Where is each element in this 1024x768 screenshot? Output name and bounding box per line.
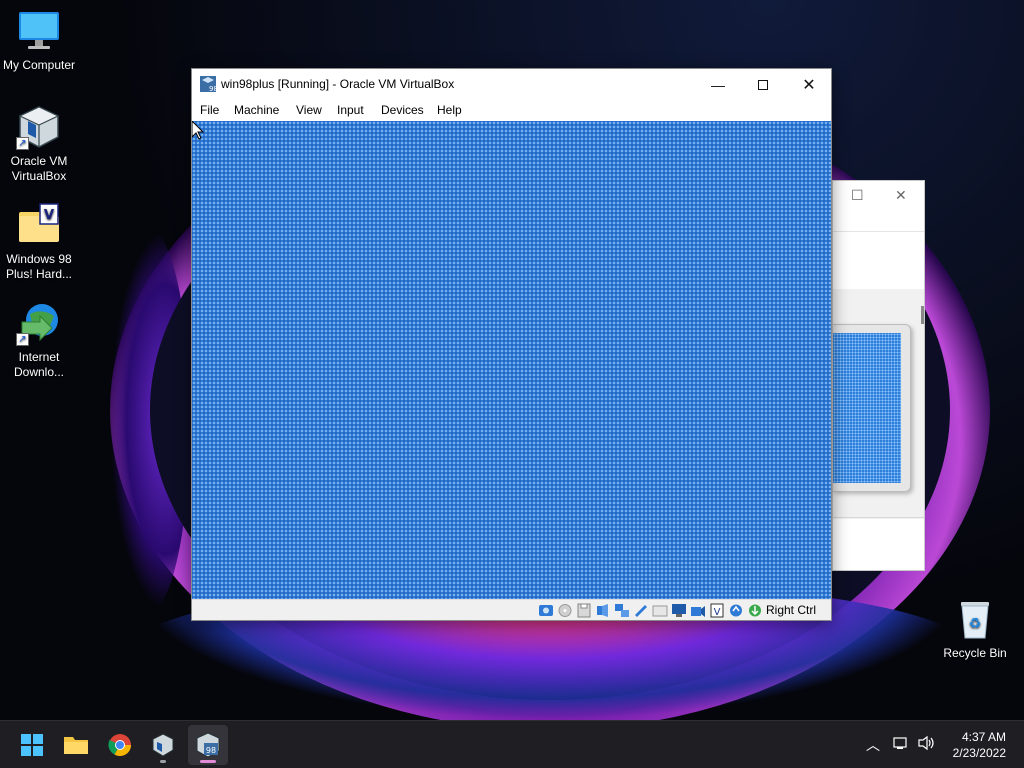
desktop-icon-my-computer[interactable]: My Computer <box>0 8 78 73</box>
virtualbox-icon <box>152 733 174 757</box>
chrome-icon <box>108 734 131 756</box>
menu-view[interactable]: View <box>296 103 322 117</box>
svg-text:V: V <box>44 208 54 223</box>
clock-date: 2/23/2022 <box>952 746 1006 760</box>
floppy-icon[interactable] <box>576 603 592 618</box>
window-title: win98plus [Running] - Oracle VM VirtualB… <box>221 77 455 91</box>
hard-disk-icon[interactable] <box>538 603 554 618</box>
monitor-icon <box>16 8 62 54</box>
close-icon: ✕ <box>802 76 816 94</box>
chevron-up-icon[interactable]: ︿ <box>866 735 880 755</box>
internet-download-manager-icon: ↗ <box>16 300 62 346</box>
desktop-icon-label: Windows 98 Plus! Hard... <box>5 252 73 281</box>
recording-icon[interactable] <box>690 603 706 618</box>
desktop-icon-label: Recycle Bin <box>943 646 1007 660</box>
scrollbar-thumb[interactable] <box>921 306 924 324</box>
close-icon[interactable]: ✕ <box>895 187 907 204</box>
mouse-integration-icon[interactable] <box>728 603 744 618</box>
menu-file[interactable]: File <box>200 103 219 117</box>
start-icon <box>21 734 43 756</box>
active-indicator <box>200 760 216 763</box>
shortcut-arrow-icon: ↗ <box>16 137 29 150</box>
minimize-icon: — <box>711 76 725 93</box>
keyboard-icon[interactable] <box>747 603 763 618</box>
minimize-button[interactable]: — <box>695 69 741 100</box>
desktop-icon-recycle-bin[interactable]: ♻ Recycle Bin <box>936 596 1014 661</box>
maximize-icon[interactable]: ☐ <box>851 187 864 204</box>
usb-icon[interactable] <box>633 603 649 618</box>
taskbar-file-explorer[interactable] <box>56 725 96 765</box>
background-dialog[interactable]: ☐ ✕ <box>832 180 925 571</box>
start-button[interactable] <box>12 725 52 765</box>
svg-text:♻: ♻ <box>969 616 982 632</box>
cpu-icon[interactable]: V <box>709 603 725 618</box>
desktop-icon-label: Oracle VM VirtualBox <box>10 154 68 183</box>
vm-display[interactable] <box>192 121 831 599</box>
menu-help[interactable]: Help <box>437 103 462 117</box>
shortcut-arrow-icon: ↗ <box>16 333 29 346</box>
svg-text:V: V <box>714 607 721 618</box>
win98-vm-icon: 98 <box>196 732 220 758</box>
clock-time: 4:37 AM <box>961 730 1006 744</box>
host-key-label: Right Ctrl <box>766 603 817 617</box>
shared-folder-icon[interactable] <box>652 603 668 618</box>
divider <box>833 231 924 232</box>
folder-icon: V <box>16 202 62 248</box>
title-bar[interactable]: 98 win98plus [Running] - Oracle VM Virtu… <box>192 69 831 100</box>
virtualbox-icon: ↗ <box>16 104 62 150</box>
desktop-icon-virtualbox[interactable]: ↗ Oracle VM VirtualBox <box>0 104 78 184</box>
display-icon[interactable] <box>671 603 687 618</box>
menu-bar: File Machine View Input Devices Help <box>192 100 831 121</box>
taskbar-chrome[interactable] <box>100 725 140 765</box>
mouse-cursor-icon <box>192 121 204 140</box>
running-indicator <box>160 760 166 763</box>
desktop-icon-win98-plus[interactable]: V Windows 98 Plus! Hard... <box>0 202 78 282</box>
win98-vm-icon: 98 <box>200 76 218 93</box>
desktop-icon-label: My Computer <box>2 58 76 72</box>
desktop-icon-internet-download[interactable]: ↗ Internet Downlo... <box>0 300 78 380</box>
optical-drive-icon[interactable] <box>557 603 573 618</box>
taskbar: 98 ︿ 4:37 AM 2/23/2022 <box>0 720 1024 768</box>
file-explorer-icon <box>64 737 88 754</box>
preview-screen <box>833 333 901 483</box>
network-icon[interactable] <box>614 603 630 618</box>
desktop-icon-label: Internet Downlo... <box>13 350 65 379</box>
display-preview <box>833 324 911 492</box>
menu-machine[interactable]: Machine <box>234 103 279 117</box>
status-bar: V Right Ctrl <box>192 599 831 620</box>
maximize-icon <box>758 79 768 90</box>
svg-text:98: 98 <box>206 746 216 755</box>
maximize-button[interactable] <box>740 69 786 100</box>
network-icon[interactable] <box>893 735 909 754</box>
volume-icon[interactable] <box>918 735 936 754</box>
taskbar-virtualbox[interactable] <box>143 725 183 765</box>
clock[interactable]: 4:37 AM 2/23/2022 <box>953 729 1006 761</box>
taskbar-win98-vm[interactable]: 98 <box>188 725 228 765</box>
close-button[interactable]: ✕ <box>786 69 832 100</box>
menu-input[interactable]: Input <box>337 103 364 117</box>
svg-text:98: 98 <box>209 85 216 92</box>
divider <box>833 517 924 518</box>
audio-icon[interactable] <box>595 603 611 618</box>
virtualbox-vm-window[interactable]: 98 win98plus [Running] - Oracle VM Virtu… <box>191 68 832 621</box>
recycle-bin-icon: ♻ <box>952 596 998 642</box>
menu-devices[interactable]: Devices <box>381 103 424 117</box>
